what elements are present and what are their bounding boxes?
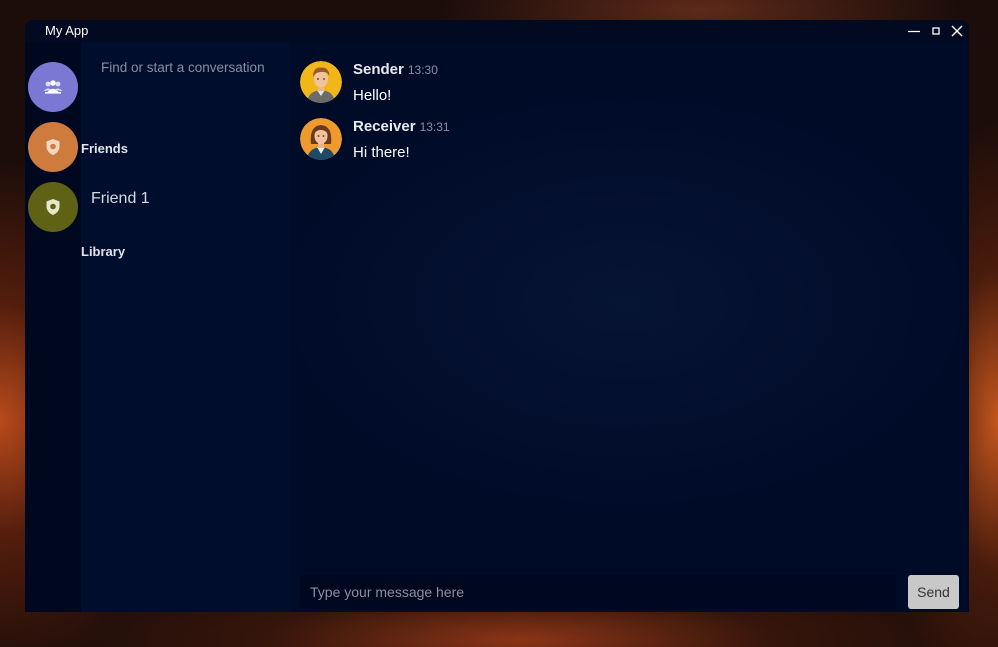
shield-icon xyxy=(46,199,60,215)
minimize-button[interactable] xyxy=(903,20,925,42)
server-rail xyxy=(25,42,81,612)
message-sender: Sender 13:30 xyxy=(353,61,438,78)
message-time: 13:30 xyxy=(407,63,438,77)
minimize-icon xyxy=(908,30,920,33)
message-text: Hi there! xyxy=(353,144,410,161)
friend-item[interactable]: Friend 1 xyxy=(91,190,150,208)
close-button[interactable] xyxy=(946,20,968,42)
channel-panel: Find or start a conversation Friends Fri… xyxy=(81,42,290,612)
close-icon xyxy=(951,25,963,37)
people-icon xyxy=(43,80,63,94)
message-composer xyxy=(300,575,896,609)
maximize-icon xyxy=(932,27,940,35)
female-avatar-icon xyxy=(300,118,342,160)
message-time: 13:31 xyxy=(419,120,450,134)
message-text: Hello! xyxy=(353,87,392,104)
app-window: My App Find or start a conversation Frie… xyxy=(25,20,969,612)
message-input[interactable] xyxy=(300,575,890,609)
server-olive[interactable] xyxy=(28,182,78,232)
friends-header: Friends xyxy=(81,141,128,156)
app-body: Find or start a conversation Friends Fri… xyxy=(25,42,969,612)
maximize-button[interactable] xyxy=(925,20,947,42)
send-button[interactable]: Send xyxy=(908,575,959,609)
sender-name: Sender xyxy=(353,61,404,78)
sender-name: Receiver xyxy=(353,118,416,135)
message-sender: Receiver 13:31 xyxy=(353,118,450,135)
chat-area: Sender 13:30 Hello! Receiver 13:31 Hi th… xyxy=(290,42,969,612)
server-orange[interactable] xyxy=(28,122,78,172)
search-input[interactable]: Find or start a conversation xyxy=(101,60,265,75)
library-header: Library xyxy=(81,244,126,259)
male-avatar-icon xyxy=(300,61,342,103)
shield-icon xyxy=(46,139,60,155)
app-title: My App xyxy=(45,23,89,38)
server-group[interactable] xyxy=(28,62,78,112)
title-bar: My App xyxy=(25,20,969,42)
